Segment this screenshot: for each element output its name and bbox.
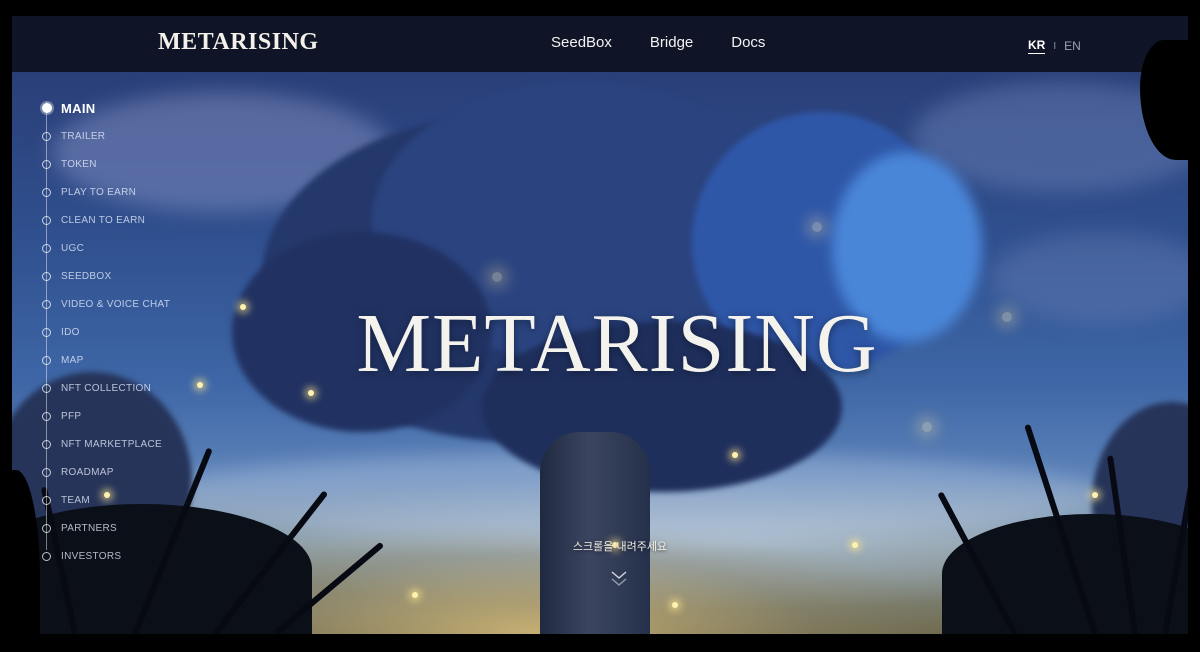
section-nav-label: PARTNERS <box>61 522 117 534</box>
frame-bottom-edge <box>0 634 1200 652</box>
main-nav: SeedBox Bridge Docs <box>551 34 765 51</box>
language-switch: KR I EN <box>1028 38 1081 54</box>
nav-docs[interactable]: Docs <box>731 34 765 51</box>
scroll-hint: 스크롤을 내려주세요 <box>572 541 668 553</box>
section-dot <box>42 551 51 561</box>
section-nav: MAIN TRAILER TOKEN PLAY TO EARN CLEAN TO… <box>42 94 212 570</box>
section-dot <box>42 411 51 421</box>
section-nav-label: MAP <box>61 354 84 366</box>
section-nav-label: NFT COLLECTION <box>61 382 152 394</box>
section-dot <box>42 467 51 477</box>
section-nav-item-pfp[interactable]: PFP <box>42 402 212 430</box>
nav-bridge[interactable]: Bridge <box>650 34 693 51</box>
section-nav-item-ido[interactable]: IDO <box>42 318 212 346</box>
section-nav-label: NFT MARKETPLACE <box>61 438 162 450</box>
section-dot <box>42 131 51 141</box>
section-dot <box>42 243 51 253</box>
chevron-down-icon[interactable] <box>609 568 629 590</box>
section-nav-label: UGC <box>61 242 85 254</box>
section-dot <box>42 327 51 337</box>
top-header: METARISING SeedBox Bridge Docs KR I EN <box>12 16 1188 72</box>
section-nav-label: TRAILER <box>61 130 106 142</box>
section-nav-label: SEEDBOX <box>61 270 112 282</box>
section-dot <box>42 187 51 197</box>
section-nav-item-clean-to-earn[interactable]: CLEAN TO EARN <box>42 206 212 234</box>
section-nav-item-nft-marketplace[interactable]: NFT MARKETPLACE <box>42 430 212 458</box>
section-dot <box>42 383 51 393</box>
section-nav-item-nft-collection[interactable]: NFT COLLECTION <box>42 374 212 402</box>
section-nav-item-ugc[interactable]: UGC <box>42 234 212 262</box>
section-dot <box>42 271 51 281</box>
section-nav-item-play-to-earn[interactable]: PLAY TO EARN <box>42 178 212 206</box>
lang-kr[interactable]: KR <box>1028 38 1046 54</box>
section-nav-label: ROADMAP <box>61 466 114 478</box>
section-nav-item-token[interactable]: TOKEN <box>42 150 212 178</box>
section-nav-item-video-voice-chat[interactable]: VIDEO & VOICE CHAT <box>42 290 212 318</box>
section-nav-item-seedbox[interactable]: SEEDBOX <box>42 262 212 290</box>
section-nav-label: MAIN <box>61 100 96 116</box>
lang-en[interactable]: EN <box>1064 39 1081 53</box>
section-dot <box>42 103 52 113</box>
frame-top-edge <box>0 0 1200 16</box>
section-dot <box>42 495 51 505</box>
section-dot <box>42 439 51 449</box>
section-nav-label: TEAM <box>61 494 90 506</box>
section-dot <box>42 159 51 169</box>
section-nav-item-trailer[interactable]: TRAILER <box>42 122 212 150</box>
hero-title: METARISING <box>356 297 878 390</box>
section-dot <box>42 523 51 533</box>
section-nav-label: TOKEN <box>61 158 97 170</box>
section-nav-item-partners[interactable]: PARTNERS <box>42 514 212 542</box>
section-dot <box>42 215 51 225</box>
section-nav-label: PFP <box>61 410 82 422</box>
section-nav-item-investors[interactable]: INVESTORS <box>42 542 212 570</box>
section-nav-item-main[interactable]: MAIN <box>42 94 212 122</box>
section-nav-item-map[interactable]: MAP <box>42 346 212 374</box>
section-dot <box>42 355 51 365</box>
header-logo[interactable]: METARISING <box>158 29 319 56</box>
section-dot <box>42 299 51 309</box>
section-nav-label: IDO <box>61 326 80 338</box>
nav-seedbox[interactable]: SeedBox <box>551 34 612 51</box>
section-nav-label: VIDEO & VOICE CHAT <box>61 298 171 310</box>
page-frame: METARISING SeedBox Bridge Docs KR I EN M… <box>0 0 1200 652</box>
section-nav-item-team[interactable]: TEAM <box>42 486 212 514</box>
lang-separator: I <box>1053 40 1057 52</box>
section-nav-label: INVESTORS <box>61 550 122 562</box>
section-nav-item-roadmap[interactable]: ROADMAP <box>42 458 212 486</box>
section-nav-label: CLEAN TO EARN <box>61 214 146 226</box>
section-nav-label: PLAY TO EARN <box>61 186 137 198</box>
